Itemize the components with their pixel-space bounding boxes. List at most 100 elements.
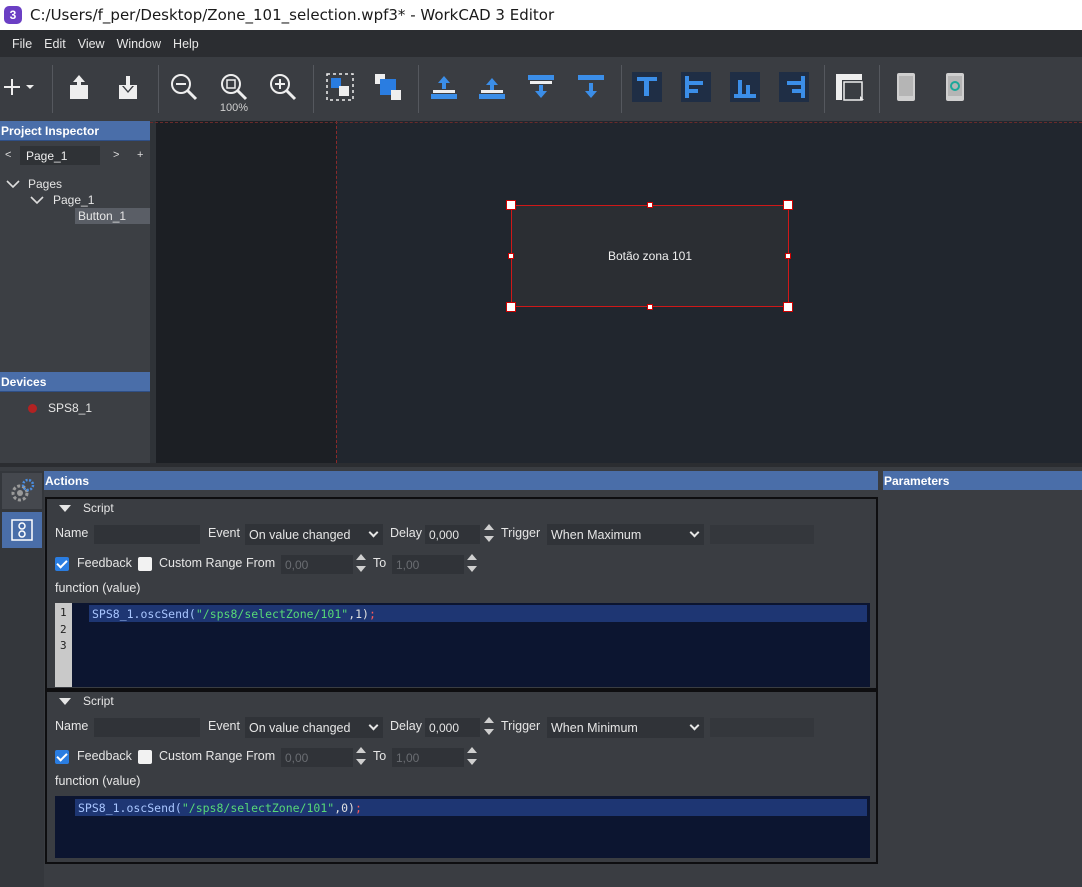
from-stepper[interactable] (355, 746, 367, 768)
custom-range-checkbox[interactable] (138, 750, 152, 764)
menu-help[interactable]: Help (167, 37, 205, 51)
align-left-icon[interactable] (627, 67, 667, 107)
zoom-fit-icon[interactable] (214, 67, 254, 107)
to-stepper[interactable] (466, 746, 478, 768)
event-select[interactable]: On value changed (245, 717, 383, 738)
tree-node-pages[interactable]: Pages (6, 176, 62, 192)
script-toggle[interactable]: Script (59, 501, 114, 515)
delay-stepper[interactable] (483, 716, 495, 738)
tree-label-button: Button_1 (78, 209, 127, 223)
line-number: 2 (60, 622, 67, 636)
to-stepper[interactable] (466, 553, 478, 575)
selected-button-widget[interactable]: Botão zona 101 (511, 205, 789, 307)
chevron-down-icon (368, 720, 379, 731)
align-center-icon[interactable] (676, 67, 716, 107)
device-preview-icon[interactable] (886, 67, 926, 107)
resize-handle-w[interactable] (508, 253, 514, 259)
name-field[interactable] (94, 525, 200, 544)
code-semicolon: ; (354, 800, 362, 815)
code-string: "/sps8/selectZone/101" (181, 800, 335, 815)
to-field[interactable]: 1,00 (392, 748, 464, 767)
to-field[interactable]: 1,00 (392, 555, 464, 574)
tree-label-page: Page_1 (53, 193, 95, 207)
chevron-down-icon (368, 527, 379, 538)
script-block-2: Script Name Event On value changed Delay… (45, 690, 878, 864)
tree-node-page[interactable]: Page_1 (30, 192, 94, 208)
resize-handle-sw[interactable] (506, 302, 516, 312)
device-status-icon (28, 403, 37, 413)
from-field[interactable]: 0,00 (281, 748, 353, 767)
project-inspector-header: Project Inspector (0, 121, 150, 141)
device-refresh-icon[interactable] (935, 67, 975, 107)
custom-range-checkbox[interactable] (138, 557, 152, 571)
name-field[interactable] (94, 718, 200, 737)
align-top-icon[interactable] (424, 67, 464, 107)
align-right-icon[interactable] (774, 67, 814, 107)
settings-tab[interactable] (2, 473, 42, 509)
design-canvas[interactable]: Botão zona 101 (150, 121, 1082, 463)
feedback-checkbox[interactable] (55, 750, 69, 764)
canvas-guide-vertical (336, 121, 337, 463)
tree-node-button[interactable]: Button_1 (75, 208, 150, 224)
function-signature: function (value) (55, 774, 141, 788)
resize-handle-s[interactable] (647, 304, 653, 310)
zoom-out-icon[interactable] (164, 67, 204, 107)
resize-handle-se[interactable] (783, 302, 793, 312)
menu-bar: File Edit View Window Help (0, 30, 1082, 57)
menu-view[interactable]: View (72, 37, 111, 51)
prev-page-button[interactable]: < (5, 149, 11, 161)
gear-icon (11, 478, 35, 502)
resize-handle-nw[interactable] (506, 200, 516, 210)
align-bottom-icon[interactable] (521, 67, 561, 107)
resize-handle-ne[interactable] (783, 200, 793, 210)
collapse-triangle-icon (59, 697, 71, 705)
trigger-select[interactable]: When Maximum (547, 524, 704, 545)
app-logo-icon: 3 (4, 6, 22, 24)
layout-icon[interactable] (830, 67, 870, 107)
trigger-value-field[interactable] (710, 718, 814, 737)
function-signature: function (value) (55, 581, 141, 595)
send-back-icon[interactable] (368, 67, 408, 107)
toolbar: 100% (0, 57, 1082, 120)
zoom-in-icon[interactable] (263, 67, 303, 107)
align-baseline-icon[interactable] (725, 67, 765, 107)
event-select[interactable]: On value changed (245, 524, 383, 545)
resize-handle-n[interactable] (647, 202, 653, 208)
trigger-select[interactable]: When Minimum (547, 717, 704, 738)
trigger-value-field[interactable] (710, 525, 814, 544)
from-stepper[interactable] (355, 553, 367, 575)
event-label: Event (208, 719, 240, 733)
delay-label: Delay (390, 719, 422, 733)
resize-handle-e[interactable] (785, 253, 791, 259)
chevron-down-icon (689, 527, 700, 538)
distribute-icon[interactable] (571, 67, 611, 107)
trigger-label: Trigger (501, 719, 541, 733)
export-icon[interactable] (59, 67, 99, 107)
feedback-checkbox[interactable] (55, 557, 69, 571)
current-page-field[interactable]: Page_1 (20, 146, 100, 165)
delay-stepper[interactable] (483, 523, 495, 545)
actions-tab[interactable] (2, 512, 42, 548)
chevron-down-icon (30, 196, 44, 205)
script-toggle[interactable]: Script (59, 694, 114, 708)
code-editor[interactable]: 1 2 3 SPS8_1.oscSend("/sps8/selectZone/1… (55, 603, 870, 687)
from-field[interactable]: 0,00 (281, 555, 353, 574)
side-tab-strip (0, 471, 44, 887)
add-icon[interactable] (2, 67, 42, 107)
menu-file[interactable]: File (6, 37, 38, 51)
delay-field[interactable]: 0,000 (425, 525, 480, 544)
canvas-offscreen-area (156, 121, 336, 463)
menu-window[interactable]: Window (111, 37, 167, 51)
delay-field[interactable]: 0,000 (425, 718, 480, 737)
title-bar: 3 C:/Users/f_per/Desktop/Zone_101_select… (0, 0, 1082, 30)
device-item[interactable]: SPS8_1 (28, 400, 92, 416)
code-editor[interactable]: SPS8_1.oscSend("/sps8/selectZone/101" ,0)… (55, 796, 870, 858)
menu-edit[interactable]: Edit (38, 37, 72, 51)
import-icon[interactable] (108, 67, 148, 107)
add-page-button[interactable]: + (137, 149, 143, 161)
code-string: "/sps8/selectZone/101" (195, 606, 349, 621)
align-middle-icon[interactable] (472, 67, 512, 107)
feedback-label: Feedback (77, 556, 132, 570)
next-page-button[interactable]: > (113, 149, 119, 161)
bring-front-icon[interactable] (320, 67, 360, 107)
